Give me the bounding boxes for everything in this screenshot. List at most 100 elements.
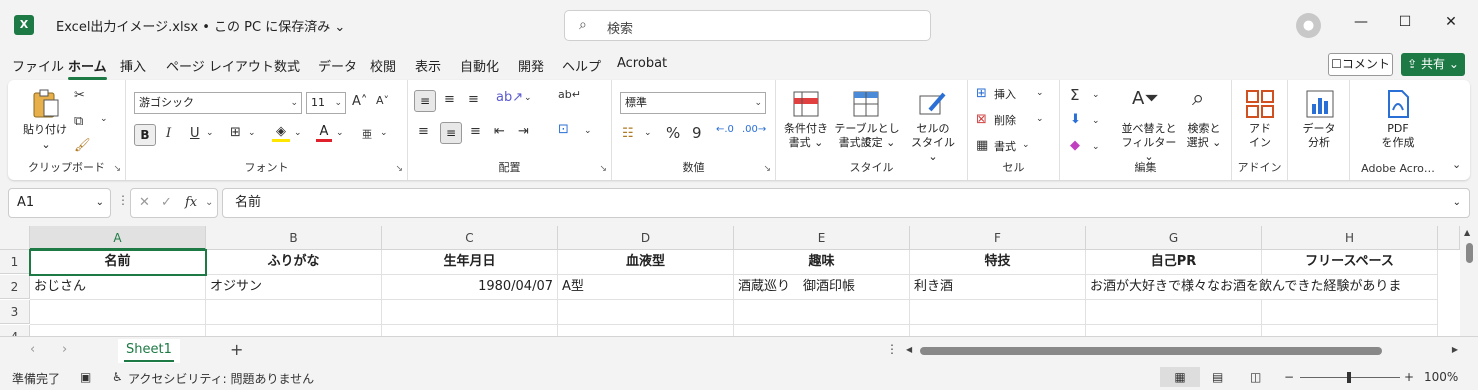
clipboard-launcher-icon[interactable]: ↘ bbox=[113, 164, 121, 174]
cell-h4[interactable] bbox=[1262, 325, 1438, 336]
format-as-table-label-2[interactable]: 書式設定 ⌄ bbox=[834, 136, 900, 150]
chevron-down-icon[interactable]: ⌄ bbox=[205, 197, 213, 208]
excel-app-icon[interactable]: X bbox=[14, 15, 34, 35]
fill-icon[interactable]: ⬇ bbox=[1070, 112, 1081, 127]
zoom-slider-thumb[interactable] bbox=[1347, 372, 1351, 383]
cell-f2[interactable]: 利き酒 bbox=[910, 275, 1086, 300]
data-analysis-label-1[interactable]: データ bbox=[1292, 122, 1346, 136]
more-options-icon[interactable]: ⋮ bbox=[886, 342, 898, 356]
cell-e1[interactable]: 趣味 bbox=[734, 250, 910, 275]
cancel-icon[interactable]: ✕ bbox=[139, 195, 150, 210]
tab-home[interactable]: ホーム bbox=[68, 56, 107, 80]
autosum-icon[interactable]: Σ bbox=[1070, 86, 1079, 104]
format-cells-label[interactable]: 書式 bbox=[994, 140, 1016, 154]
cell-g4[interactable] bbox=[1086, 325, 1262, 336]
find-select-icon[interactable]: ⌕ bbox=[1192, 86, 1204, 111]
search-box[interactable]: ⌕ 検索 bbox=[564, 10, 931, 41]
cell-e2[interactable]: 酒蔵巡り 御酒印帳 bbox=[734, 275, 910, 300]
tab-developer[interactable]: 開発 bbox=[518, 56, 544, 75]
scroll-left-icon[interactable]: ◀ bbox=[906, 345, 912, 354]
cell-h3[interactable] bbox=[1262, 300, 1438, 325]
horizontal-scrollbar[interactable]: ◀ ▶ bbox=[906, 345, 1458, 357]
borders-dropdown-icon[interactable]: ⌄ bbox=[248, 128, 256, 138]
tab-automate[interactable]: 自動化 bbox=[460, 56, 499, 75]
cell-styles-icon[interactable] bbox=[916, 88, 948, 120]
select-all-corner[interactable] bbox=[0, 226, 30, 250]
addins-icon[interactable] bbox=[1244, 88, 1276, 120]
cell-a2[interactable]: おじさん bbox=[30, 275, 206, 300]
enter-icon[interactable]: ✓ bbox=[161, 195, 172, 210]
underline-icon[interactable]: U bbox=[190, 126, 200, 141]
zoom-level[interactable]: 100% bbox=[1424, 370, 1458, 384]
page-break-view-icon[interactable]: ◫ bbox=[1250, 370, 1261, 384]
paste-label[interactable]: 貼り付け bbox=[20, 123, 70, 137]
align-center-icon[interactable]: ≡ bbox=[440, 122, 462, 144]
cell-b4[interactable] bbox=[206, 325, 382, 336]
row-header-1[interactable]: 1 bbox=[0, 250, 30, 274]
minimize-icon[interactable]: — bbox=[1346, 14, 1376, 30]
accounting-dropdown-icon[interactable]: ⌄ bbox=[644, 128, 652, 138]
cell-d3[interactable] bbox=[558, 300, 734, 325]
number-launcher-icon[interactable]: ↘ bbox=[763, 164, 771, 174]
data-analysis-icon[interactable] bbox=[1304, 88, 1336, 120]
tab-acrobat[interactable]: Acrobat bbox=[617, 56, 667, 71]
tab-review[interactable]: 校閲 bbox=[370, 56, 396, 75]
cell-d2[interactable]: A型 bbox=[558, 275, 734, 300]
merge-center-icon[interactable]: ⊡ bbox=[558, 122, 569, 137]
increase-decimal-icon[interactable]: ←.0 bbox=[716, 124, 734, 135]
decrease-font-size-icon[interactable]: A˅ bbox=[376, 94, 389, 107]
borders-icon[interactable]: ⊞ bbox=[230, 125, 241, 140]
cell-c1[interactable]: 生年月日 bbox=[382, 250, 558, 275]
share-button[interactable]: ⇪ 共有 ⌄ bbox=[1401, 53, 1465, 76]
tab-page-layout[interactable]: ページ レイアウト bbox=[166, 56, 274, 75]
zoom-in-icon[interactable]: + bbox=[1404, 370, 1414, 384]
paste-dropdown-icon[interactable]: ⌄ bbox=[36, 138, 56, 152]
increase-indent-icon[interactable]: ⇥ bbox=[518, 124, 529, 139]
copy-dropdown-icon[interactable]: ⌄ bbox=[100, 114, 108, 124]
vertical-scrollbar[interactable]: ▲ bbox=[1460, 226, 1478, 336]
alignment-launcher-icon[interactable]: ↘ bbox=[599, 164, 607, 174]
maximize-icon[interactable]: ☐ bbox=[1390, 14, 1420, 30]
sort-filter-label-1[interactable]: 並べ替えと bbox=[1118, 122, 1180, 136]
fill-dropdown-icon[interactable]: ⌄ bbox=[1092, 116, 1100, 126]
formula-input[interactable]: 名前 ⌄ bbox=[222, 188, 1470, 218]
zoom-out-icon[interactable]: − bbox=[1284, 370, 1294, 384]
align-top-icon[interactable]: ≡ bbox=[414, 90, 436, 112]
insert-cells-label[interactable]: 挿入 bbox=[994, 88, 1016, 102]
column-header-c[interactable]: C bbox=[382, 226, 558, 250]
font-name-select[interactable]: 游ゴシック ⌄ bbox=[134, 92, 302, 114]
phonetic-dropdown-icon[interactable]: ⌄ bbox=[380, 128, 388, 138]
cell-e4[interactable] bbox=[734, 325, 910, 336]
cell-f3[interactable] bbox=[910, 300, 1086, 325]
tab-help[interactable]: ヘルプ bbox=[562, 56, 601, 75]
tab-formulas[interactable]: 数式 bbox=[274, 56, 300, 75]
paste-icon[interactable] bbox=[30, 88, 62, 120]
add-sheet-button[interactable]: + bbox=[230, 340, 243, 359]
column-header-d[interactable]: D bbox=[558, 226, 734, 250]
format-dropdown-icon[interactable]: ⌄ bbox=[1022, 140, 1030, 150]
clear-dropdown-icon[interactable]: ⌄ bbox=[1092, 142, 1100, 152]
fill-color-dropdown-icon[interactable]: ⌄ bbox=[294, 128, 302, 138]
sheet-tab-sheet1[interactable]: Sheet1 bbox=[118, 339, 180, 363]
percent-icon[interactable]: % bbox=[666, 124, 680, 142]
column-header-e[interactable]: E bbox=[734, 226, 910, 250]
cell-b1[interactable]: ふりがな bbox=[206, 250, 382, 275]
copy-icon[interactable]: ⧉ bbox=[74, 114, 83, 129]
more-options-icon[interactable]: ⋮ bbox=[117, 193, 129, 207]
column-header-b[interactable]: B bbox=[206, 226, 382, 250]
orientation-icon[interactable]: ab↗ bbox=[496, 90, 523, 105]
orientation-dropdown-icon[interactable]: ⌄ bbox=[524, 93, 532, 103]
decrease-indent-icon[interactable]: ⇤ bbox=[494, 124, 505, 139]
conditional-formatting-label-1[interactable]: 条件付き bbox=[780, 122, 832, 136]
fill-color-icon[interactable]: ◈ bbox=[272, 124, 290, 142]
cell-g2[interactable]: お酒が大好きで様々なお酒を飲んできた経験がありま bbox=[1086, 275, 1401, 300]
align-middle-icon[interactable]: ≡ bbox=[444, 92, 455, 107]
scroll-up-icon[interactable]: ▲ bbox=[1464, 228, 1470, 237]
normal-view-icon[interactable]: ▦ bbox=[1160, 367, 1200, 387]
cell-d1[interactable]: 血液型 bbox=[558, 250, 734, 275]
row-header-2[interactable]: 2 bbox=[0, 275, 30, 299]
insert-function-icon[interactable]: fx bbox=[185, 195, 197, 210]
cell-e3[interactable] bbox=[734, 300, 910, 325]
find-select-label-2[interactable]: 選択 ⌄ bbox=[1180, 136, 1228, 150]
prev-sheet-icon[interactable]: ‹ bbox=[30, 342, 35, 357]
